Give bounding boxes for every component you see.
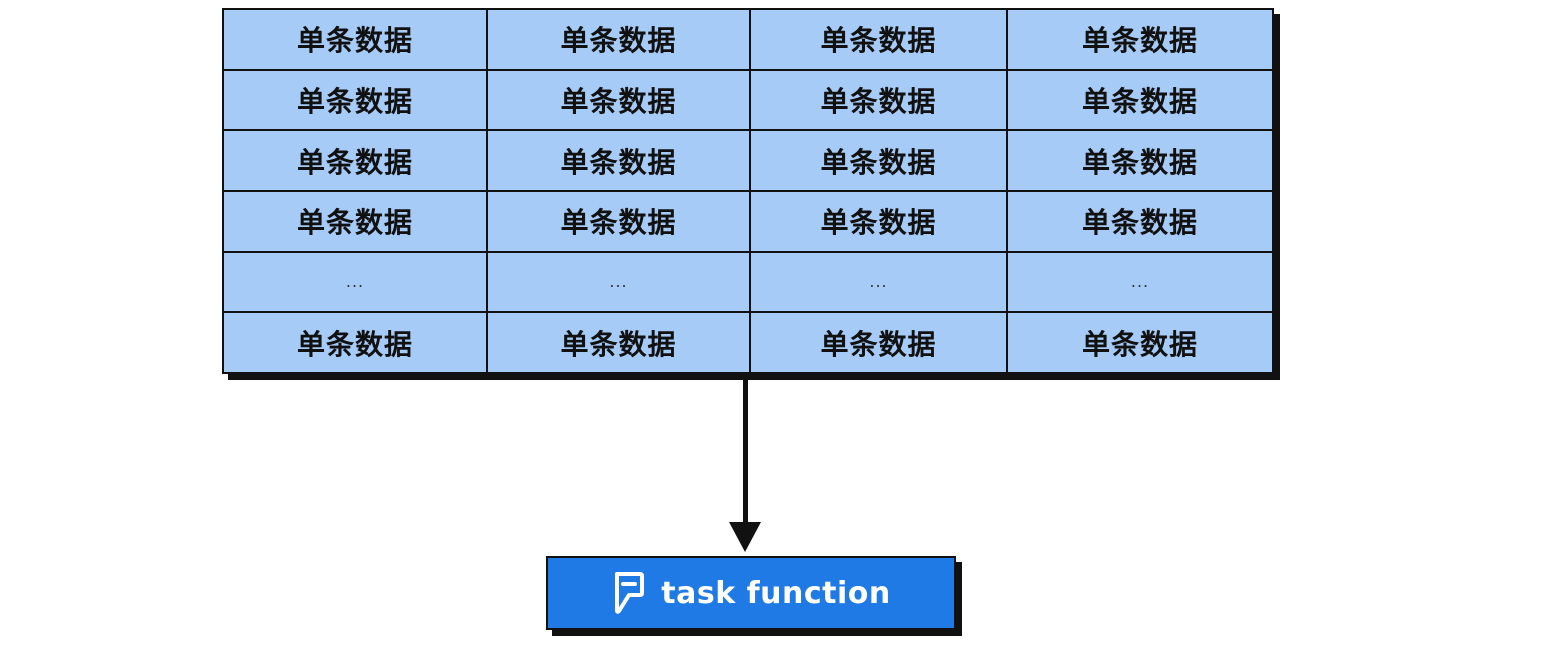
grid-cell: 单条数据 [488,131,749,190]
grid-cell: 单条数据 [224,192,486,251]
grid-cell-ellipsis: ... [1008,252,1272,312]
grid-cell: 单条数据 [751,10,1006,69]
grid-cell-ellipsis: ... [224,252,486,312]
grid-cell: 单条数据 [751,192,1006,251]
grid-cell: 单条数据 [751,313,1006,372]
grid-cell: 单条数据 [488,70,749,130]
task-function-box: task function [546,556,956,630]
flow-arrow-line [743,380,748,528]
foursquare-icon [611,571,645,615]
task-function-label: task function [661,575,891,611]
grid-cell: 单条数据 [1008,70,1272,130]
grid-cell: 单条数据 [751,70,1006,130]
grid-cell: 单条数据 [751,131,1006,190]
grid-cell-ellipsis: ... [488,252,749,312]
data-grid: 单条数据 单条数据 单条数据 单条数据 单条数据 单条数据 单条数据 单条数据 … [222,8,1274,374]
grid-cell: 单条数据 [224,10,486,69]
flow-arrow-head [729,522,761,552]
grid-cell: 单条数据 [1008,131,1272,190]
grid-cell: 单条数据 [488,313,749,372]
grid-cell-ellipsis: ... [751,252,1006,312]
grid-cell: 单条数据 [224,70,486,130]
grid-cell: 单条数据 [488,192,749,251]
grid-cell: 单条数据 [224,131,486,190]
grid-cell: 单条数据 [224,313,486,372]
grid-cell: 单条数据 [1008,10,1272,69]
grid-cell: 单条数据 [1008,313,1272,372]
grid-cell: 单条数据 [488,10,749,69]
grid-cell: 单条数据 [1008,192,1272,251]
